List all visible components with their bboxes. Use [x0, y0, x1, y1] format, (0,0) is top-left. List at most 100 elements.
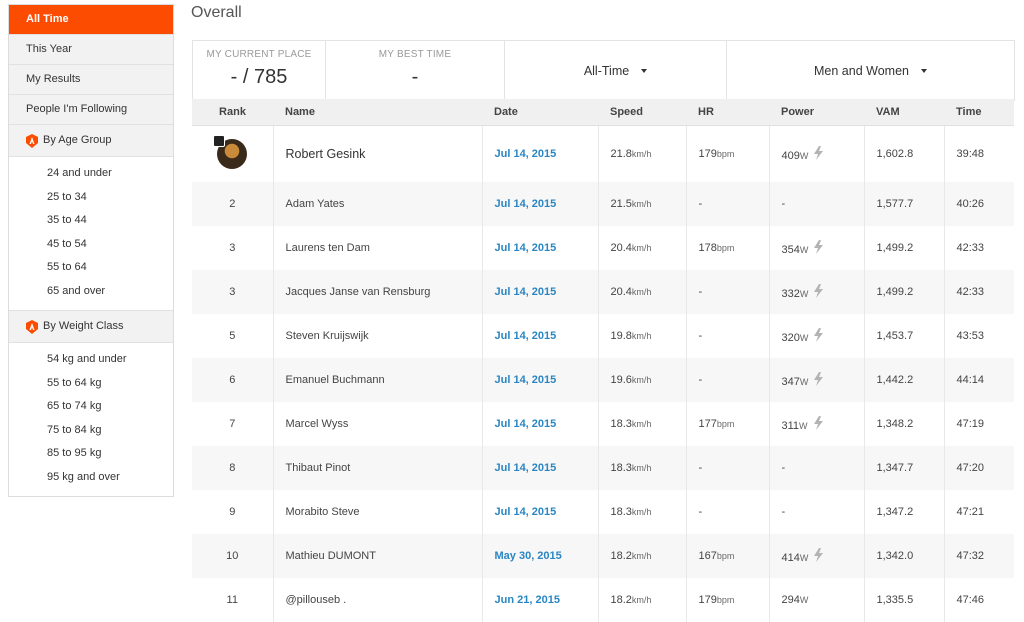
- age-option[interactable]: 65 and over: [9, 280, 173, 304]
- age-group-header[interactable]: By Age Group: [9, 125, 173, 157]
- athlete-name-link[interactable]: Steven Kruijswijk: [273, 313, 483, 358]
- weight-option[interactable]: 54 kg and under: [9, 348, 173, 372]
- activity-date-link[interactable]: Jul 14, 2015: [482, 269, 599, 314]
- sidebar-item-my-results[interactable]: My Results: [9, 65, 173, 95]
- table-row[interactable]: Robert Gesink Jul 14, 2015 21.8km/h 179bpm 4…: [192, 125, 1014, 182]
- col-header-hr[interactable]: HR: [686, 99, 769, 126]
- activity-date-link[interactable]: Jun 21, 2015: [482, 577, 599, 622]
- vam-cell: 1,335.5: [864, 577, 945, 622]
- weight-option[interactable]: 95 kg and over: [9, 466, 173, 490]
- weight-class-header[interactable]: By Weight Class: [9, 311, 173, 343]
- weight-option[interactable]: 55 to 64 kg: [9, 372, 173, 396]
- speed-unit: km/h: [631, 550, 652, 561]
- rank-cell: 3: [192, 225, 274, 270]
- gender-select[interactable]: Men and Women: [727, 41, 1014, 100]
- speed-value: 18.3: [610, 461, 632, 474]
- athlete-name-link[interactable]: Jacques Janse van Rensburg: [273, 269, 483, 314]
- power-value: 409: [781, 149, 800, 162]
- table-row[interactable]: 2 Adam Yates Jul 14, 2015 21.5km/h - -1,577.7…: [192, 181, 1014, 226]
- athlete-name-link[interactable]: Adam Yates: [273, 181, 483, 226]
- speed-cell: 18.3km/h: [598, 445, 687, 490]
- power-unit: W: [799, 376, 809, 387]
- hr-cell: -: [686, 269, 770, 314]
- sidebar-item-all-time[interactable]: All Time: [9, 5, 173, 35]
- age-option[interactable]: 55 to 64: [9, 256, 173, 280]
- power-cell: -: [769, 445, 865, 490]
- hr-unit: bpm: [716, 418, 735, 429]
- athlete-name-link[interactable]: Emanuel Buchmann: [273, 357, 483, 402]
- time-cell: 47:46: [956, 593, 985, 606]
- activity-date-link[interactable]: Jul 14, 2015: [482, 181, 599, 226]
- athlete-name-link[interactable]: Morabito Steve: [273, 489, 483, 534]
- col-header-speed[interactable]: Speed: [598, 99, 686, 126]
- sidebar-item-people-following[interactable]: People I'm Following: [9, 95, 173, 125]
- activity-date-link[interactable]: Jul 14, 2015: [482, 313, 599, 358]
- best-time-value: -: [411, 66, 419, 88]
- hr-unit: bpm: [716, 550, 735, 561]
- activity-date-link[interactable]: Jul 14, 2015: [482, 357, 599, 402]
- speed-value: 18.2: [610, 593, 632, 606]
- power-value: -: [781, 461, 786, 474]
- power-value: -: [781, 197, 786, 210]
- activity-date-link[interactable]: May 30, 2015: [482, 533, 599, 578]
- speed-cell: 19.6km/h: [598, 357, 687, 402]
- col-header-vam[interactable]: VAM: [864, 99, 944, 126]
- speed-cell: 18.3km/h: [598, 489, 687, 534]
- table-row[interactable]: 6 Emanuel Buchmann Jul 14, 2015 19.6km/h -34…: [192, 357, 1014, 402]
- power-meter-icon: [814, 239, 824, 254]
- power-value: -: [781, 505, 786, 518]
- hr-value: 167: [698, 549, 717, 562]
- power-value: 414: [781, 551, 800, 564]
- speed-value: 21.8: [610, 147, 632, 160]
- table-row[interactable]: 5 Steven Kruijswijk Jul 14, 2015 19.8km/h -3…: [192, 313, 1014, 358]
- col-header-date[interactable]: Date: [482, 99, 598, 126]
- timeframe-select[interactable]: All-Time: [505, 41, 727, 100]
- col-header-time[interactable]: Time: [944, 99, 1014, 126]
- age-option[interactable]: 35 to 44: [9, 209, 173, 233]
- athlete-name-link[interactable]: Robert Gesink: [273, 125, 483, 182]
- col-header-name[interactable]: Name: [273, 99, 482, 126]
- athlete-name-link[interactable]: Thibaut Pinot: [273, 445, 483, 490]
- speed-unit: km/h: [631, 594, 652, 605]
- speed-unit: km/h: [631, 462, 652, 473]
- speed-value: 19.8: [610, 329, 632, 342]
- power-meter-icon: [814, 283, 824, 298]
- rank-cell: 11: [192, 577, 274, 622]
- vam-cell: 1,499.2: [864, 269, 945, 314]
- speed-unit: km/h: [631, 148, 652, 159]
- table-row[interactable]: 11 @pillouseb . Jun 21, 2015 18.2km/h 179bpm…: [192, 577, 1014, 622]
- col-header-rank[interactable]: Rank: [192, 99, 273, 126]
- table-header-row: Rank Name Date Speed HR Power VAM Time: [192, 99, 1014, 126]
- speed-unit: km/h: [631, 198, 652, 209]
- badge-icon: [26, 133, 38, 148]
- athlete-name-link[interactable]: @pillouseb .: [273, 577, 483, 622]
- col-header-power[interactable]: Power: [769, 99, 864, 126]
- table-row[interactable]: 9 Morabito Steve Jul 14, 2015 18.3km/h - -1,3…: [192, 489, 1014, 534]
- power-value: 320: [781, 331, 800, 344]
- speed-cell: 21.5km/h: [598, 181, 687, 226]
- age-option[interactable]: 25 to 34: [9, 186, 173, 210]
- activity-date-link[interactable]: Jul 14, 2015: [482, 489, 599, 534]
- sidebar-item-this-year[interactable]: This Year: [9, 35, 173, 65]
- table-row[interactable]: 3 Laurens ten Dam Jul 14, 2015 20.4km/h 178b…: [192, 225, 1014, 270]
- athlete-name-link[interactable]: Laurens ten Dam: [273, 225, 483, 270]
- table-row[interactable]: 3 Jacques Janse van Rensburg Jul 14, 2015 2…: [192, 269, 1014, 314]
- activity-date-link[interactable]: Jul 14, 2015: [482, 125, 599, 182]
- speed-value: 20.4: [610, 241, 632, 254]
- table-row[interactable]: 7 Marcel Wyss Jul 14, 2015 18.3km/h 177bpm 31…: [192, 401, 1014, 446]
- athlete-name-link[interactable]: Marcel Wyss: [273, 401, 483, 446]
- power-meter-icon: [814, 547, 824, 562]
- table-row[interactable]: 8 Thibaut Pinot Jul 14, 2015 18.3km/h - -1,34…: [192, 445, 1014, 490]
- age-option[interactable]: 45 to 54: [9, 233, 173, 257]
- avatar[interactable]: [213, 134, 248, 169]
- weight-option[interactable]: 65 to 74 kg: [9, 395, 173, 419]
- activity-date-link[interactable]: Jul 14, 2015: [482, 225, 599, 270]
- activity-date-link[interactable]: Jul 14, 2015: [482, 401, 599, 446]
- age-option[interactable]: 24 and under: [9, 162, 173, 186]
- weight-option[interactable]: 75 to 84 kg: [9, 419, 173, 443]
- table-row[interactable]: 10 Mathieu DUMONT May 30, 2015 18.2km/h 167b…: [192, 533, 1014, 578]
- athlete-name-link[interactable]: Mathieu DUMONT: [273, 533, 483, 578]
- activity-date-link[interactable]: Jul 14, 2015: [482, 445, 599, 490]
- weight-option[interactable]: 85 to 95 kg: [9, 442, 173, 466]
- speed-unit: km/h: [631, 418, 652, 429]
